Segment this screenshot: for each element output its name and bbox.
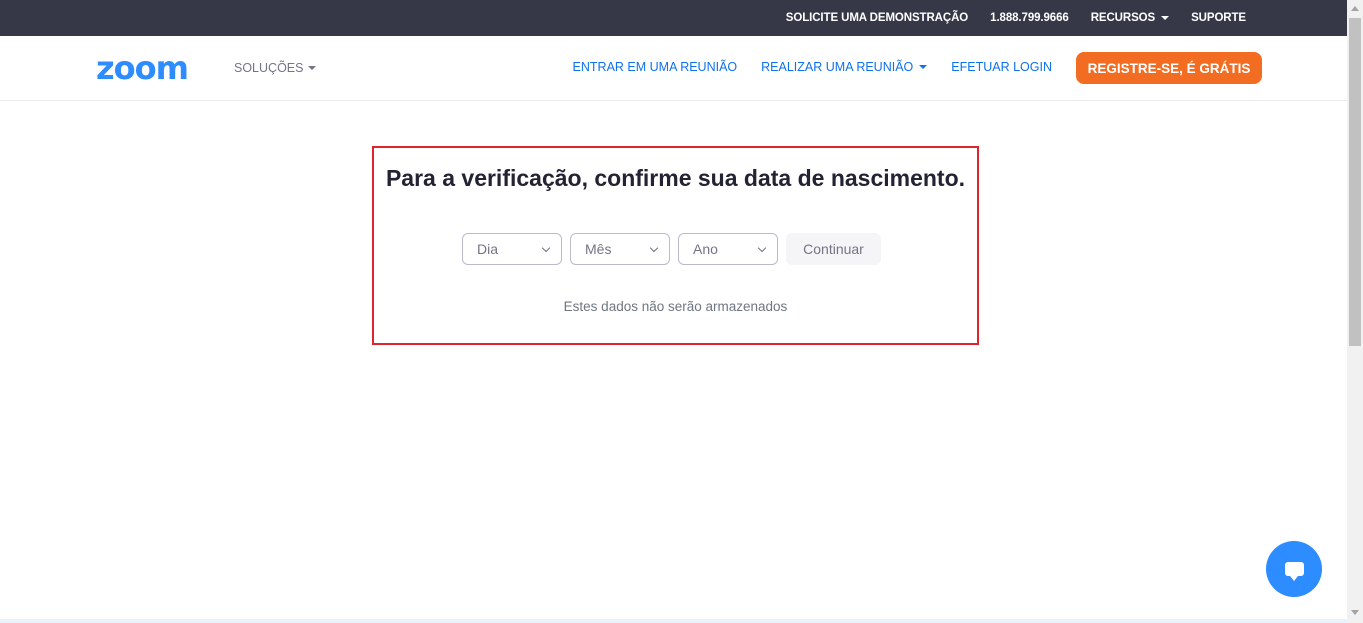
birthdate-selects: Dia Mês Ano Continuar [462,233,881,265]
chevron-down-icon [541,243,551,252]
resources-menu[interactable]: RECURSOS [1090,12,1170,24]
chevron-down-icon [757,243,767,252]
support-label: SUPORTE [1191,12,1246,24]
year-select[interactable]: Ano [678,233,778,265]
phone-label: 1.888.799.9666 [990,12,1069,24]
login-link[interactable]: EFETUAR LOGIN [951,60,1052,74]
month-select[interactable]: Mês [570,233,670,265]
join-meeting-link[interactable]: ENTRAR EM UMA REUNIÃO [573,60,738,74]
host-meeting-label: REALIZAR UMA REUNIÃO [761,60,914,74]
caret-down-icon [919,65,928,69]
page: SOLICITE UMA DEMONSTRAÇÃO 1.888.799.9666… [0,0,1363,623]
request-demo-label: SOLICITE UMA DEMONSTRAÇÃO [785,12,969,24]
bottom-divider [0,619,1347,623]
caret-down-icon [308,66,317,70]
solutions-menu[interactable]: SOLUÇÕES [234,61,317,75]
host-meeting-menu[interactable]: REALIZAR UMA REUNIÃO [761,60,928,74]
year-select-value: Ano [693,241,718,257]
solutions-label: SOLUÇÕES [234,61,304,75]
month-select-value: Mês [585,241,612,257]
request-demo-link[interactable]: SOLICITE UMA DEMONSTRAÇÃO [786,12,968,24]
top-utility-bar: SOLICITE UMA DEMONSTRAÇÃO 1.888.799.9666… [0,0,1347,36]
day-select[interactable]: Dia [462,233,562,265]
signup-button[interactable]: REGISTRE-SE, É GRÁTIS [1076,52,1262,84]
caret-down-icon [1161,16,1170,20]
zoom-logo[interactable]: zoom [96,52,189,84]
nav-links: ENTRAR EM UMA REUNIÃO REALIZAR UMA REUNI… [549,60,1052,74]
verification-heading: Para a verificação, confirme sua data de… [385,165,966,191]
login-label: EFETUAR LOGIN [951,60,1052,74]
phone-link[interactable]: 1.888.799.9666 [990,12,1069,24]
chevron-down-icon [649,243,659,252]
continue-button[interactable]: Continuar [786,233,881,265]
scroll-down-arrow-icon[interactable] [1351,610,1359,615]
resources-label: RECURSOS [1090,12,1156,24]
support-link[interactable]: SUPORTE [1191,12,1246,24]
join-meeting-label: ENTRAR EM UMA REUNIÃO [572,60,738,74]
chat-bubble-icon [1284,562,1304,581]
scrollbar-thumb[interactable] [1349,18,1361,346]
vertical-scrollbar[interactable] [1347,0,1363,623]
scroll-up-arrow-icon[interactable] [1351,6,1359,11]
privacy-note: Estes dados não serão armazenados [563,299,788,314]
birthdate-verification-box: Para a verificação, confirme sua data de… [372,146,979,345]
chat-button[interactable] [1266,541,1322,597]
main-nav: zoom SOLUÇÕES ENTRAR EM UMA REUNIÃO REAL… [0,36,1347,101]
day-select-value: Dia [477,241,499,257]
